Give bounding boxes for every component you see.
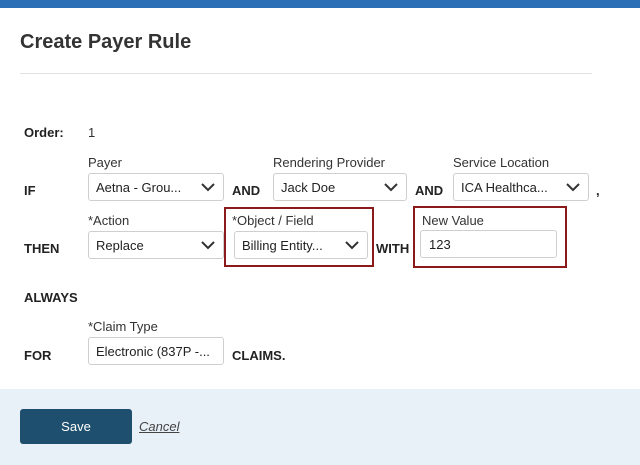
if-keyword: IF bbox=[24, 183, 36, 198]
claims-suffix: CLAIMS. bbox=[232, 348, 286, 363]
and-keyword-1: AND bbox=[232, 183, 261, 198]
action-select-value: Replace bbox=[96, 237, 144, 253]
always-keyword: ALWAYS bbox=[24, 290, 78, 305]
payer-select-value: Aetna - Grou... bbox=[96, 179, 182, 195]
claim-type-label: *Claim Type bbox=[88, 319, 158, 334]
object-field-select[interactable]: Billing Entity... bbox=[234, 231, 368, 259]
chevron-down-icon bbox=[201, 183, 215, 192]
order-value: 1 bbox=[88, 125, 96, 140]
chevron-down-icon bbox=[201, 241, 215, 250]
then-keyword: THEN bbox=[24, 241, 60, 256]
object-field-label: *Object / Field bbox=[232, 213, 314, 228]
top-accent-bar bbox=[0, 0, 640, 8]
cancel-link[interactable]: Cancel bbox=[139, 419, 179, 434]
rendering-provider-select-value: Jack Doe bbox=[281, 179, 336, 195]
service-location-label: Service Location bbox=[453, 155, 550, 170]
chevron-down-icon bbox=[345, 241, 359, 250]
with-keyword: WITH bbox=[376, 241, 410, 256]
service-location-select[interactable]: ICA Healthca... bbox=[453, 173, 589, 201]
chevron-down-icon bbox=[384, 183, 398, 192]
for-keyword: FOR bbox=[24, 348, 52, 363]
action-label: *Action bbox=[88, 213, 130, 228]
new-value-label: New Value bbox=[422, 213, 484, 228]
chevron-down-icon bbox=[566, 183, 580, 192]
order-label: Order: bbox=[24, 125, 64, 140]
payer-select[interactable]: Aetna - Grou... bbox=[88, 173, 224, 201]
action-select[interactable]: Replace bbox=[88, 231, 224, 259]
rendering-provider-select[interactable]: Jack Doe bbox=[273, 173, 407, 201]
rendering-provider-label: Rendering Provider bbox=[273, 155, 386, 170]
if-row-comma: , bbox=[596, 183, 600, 198]
title-divider bbox=[20, 73, 592, 74]
object-field-select-value: Billing Entity... bbox=[242, 237, 323, 253]
claim-type-field[interactable]: Electronic (837P -... bbox=[88, 337, 224, 365]
dialog-title: Create Payer Rule bbox=[20, 31, 192, 53]
new-value-input[interactable]: 123 bbox=[420, 230, 557, 258]
service-location-select-value: ICA Healthca... bbox=[461, 179, 548, 195]
and-keyword-2: AND bbox=[415, 183, 444, 198]
payer-label: Payer bbox=[88, 155, 122, 170]
save-button[interactable]: Save bbox=[20, 409, 132, 444]
